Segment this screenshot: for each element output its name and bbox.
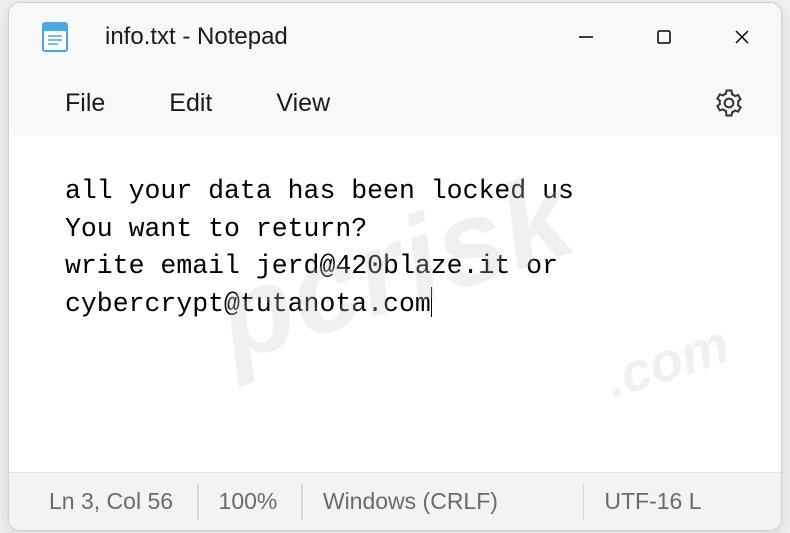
maximize-button[interactable] <box>625 3 703 71</box>
status-zoom[interactable]: 100% <box>219 484 302 520</box>
notepad-window: info.txt - Notepad File Edit View all yo… <box>8 2 782 531</box>
text-cursor <box>431 287 433 317</box>
text-editor-area[interactable]: all your data has been locked us You wan… <box>9 135 781 472</box>
minimize-button[interactable] <box>547 3 625 71</box>
status-cursor-position[interactable]: Ln 3, Col 56 <box>49 484 197 520</box>
menu-view[interactable]: View <box>248 81 358 126</box>
gear-icon <box>714 88 744 118</box>
statusbar: Ln 3, Col 56 100% Windows (CRLF) UTF-16 … <box>9 472 781 530</box>
close-button[interactable] <box>703 3 781 71</box>
editor-text: all your data has been locked us You wan… <box>65 176 574 319</box>
menu-file[interactable]: File <box>37 81 133 126</box>
window-controls <box>547 3 781 71</box>
notepad-icon <box>37 19 73 55</box>
status-line-ending[interactable]: Windows (CRLF) <box>323 484 583 520</box>
menubar: File Edit View <box>9 71 781 135</box>
menu-edit[interactable]: Edit <box>141 81 240 126</box>
status-encoding[interactable]: UTF-16 L <box>604 484 725 520</box>
titlebar[interactable]: info.txt - Notepad <box>9 3 781 71</box>
window-title: info.txt - Notepad <box>105 23 547 51</box>
settings-button[interactable] <box>705 79 753 127</box>
